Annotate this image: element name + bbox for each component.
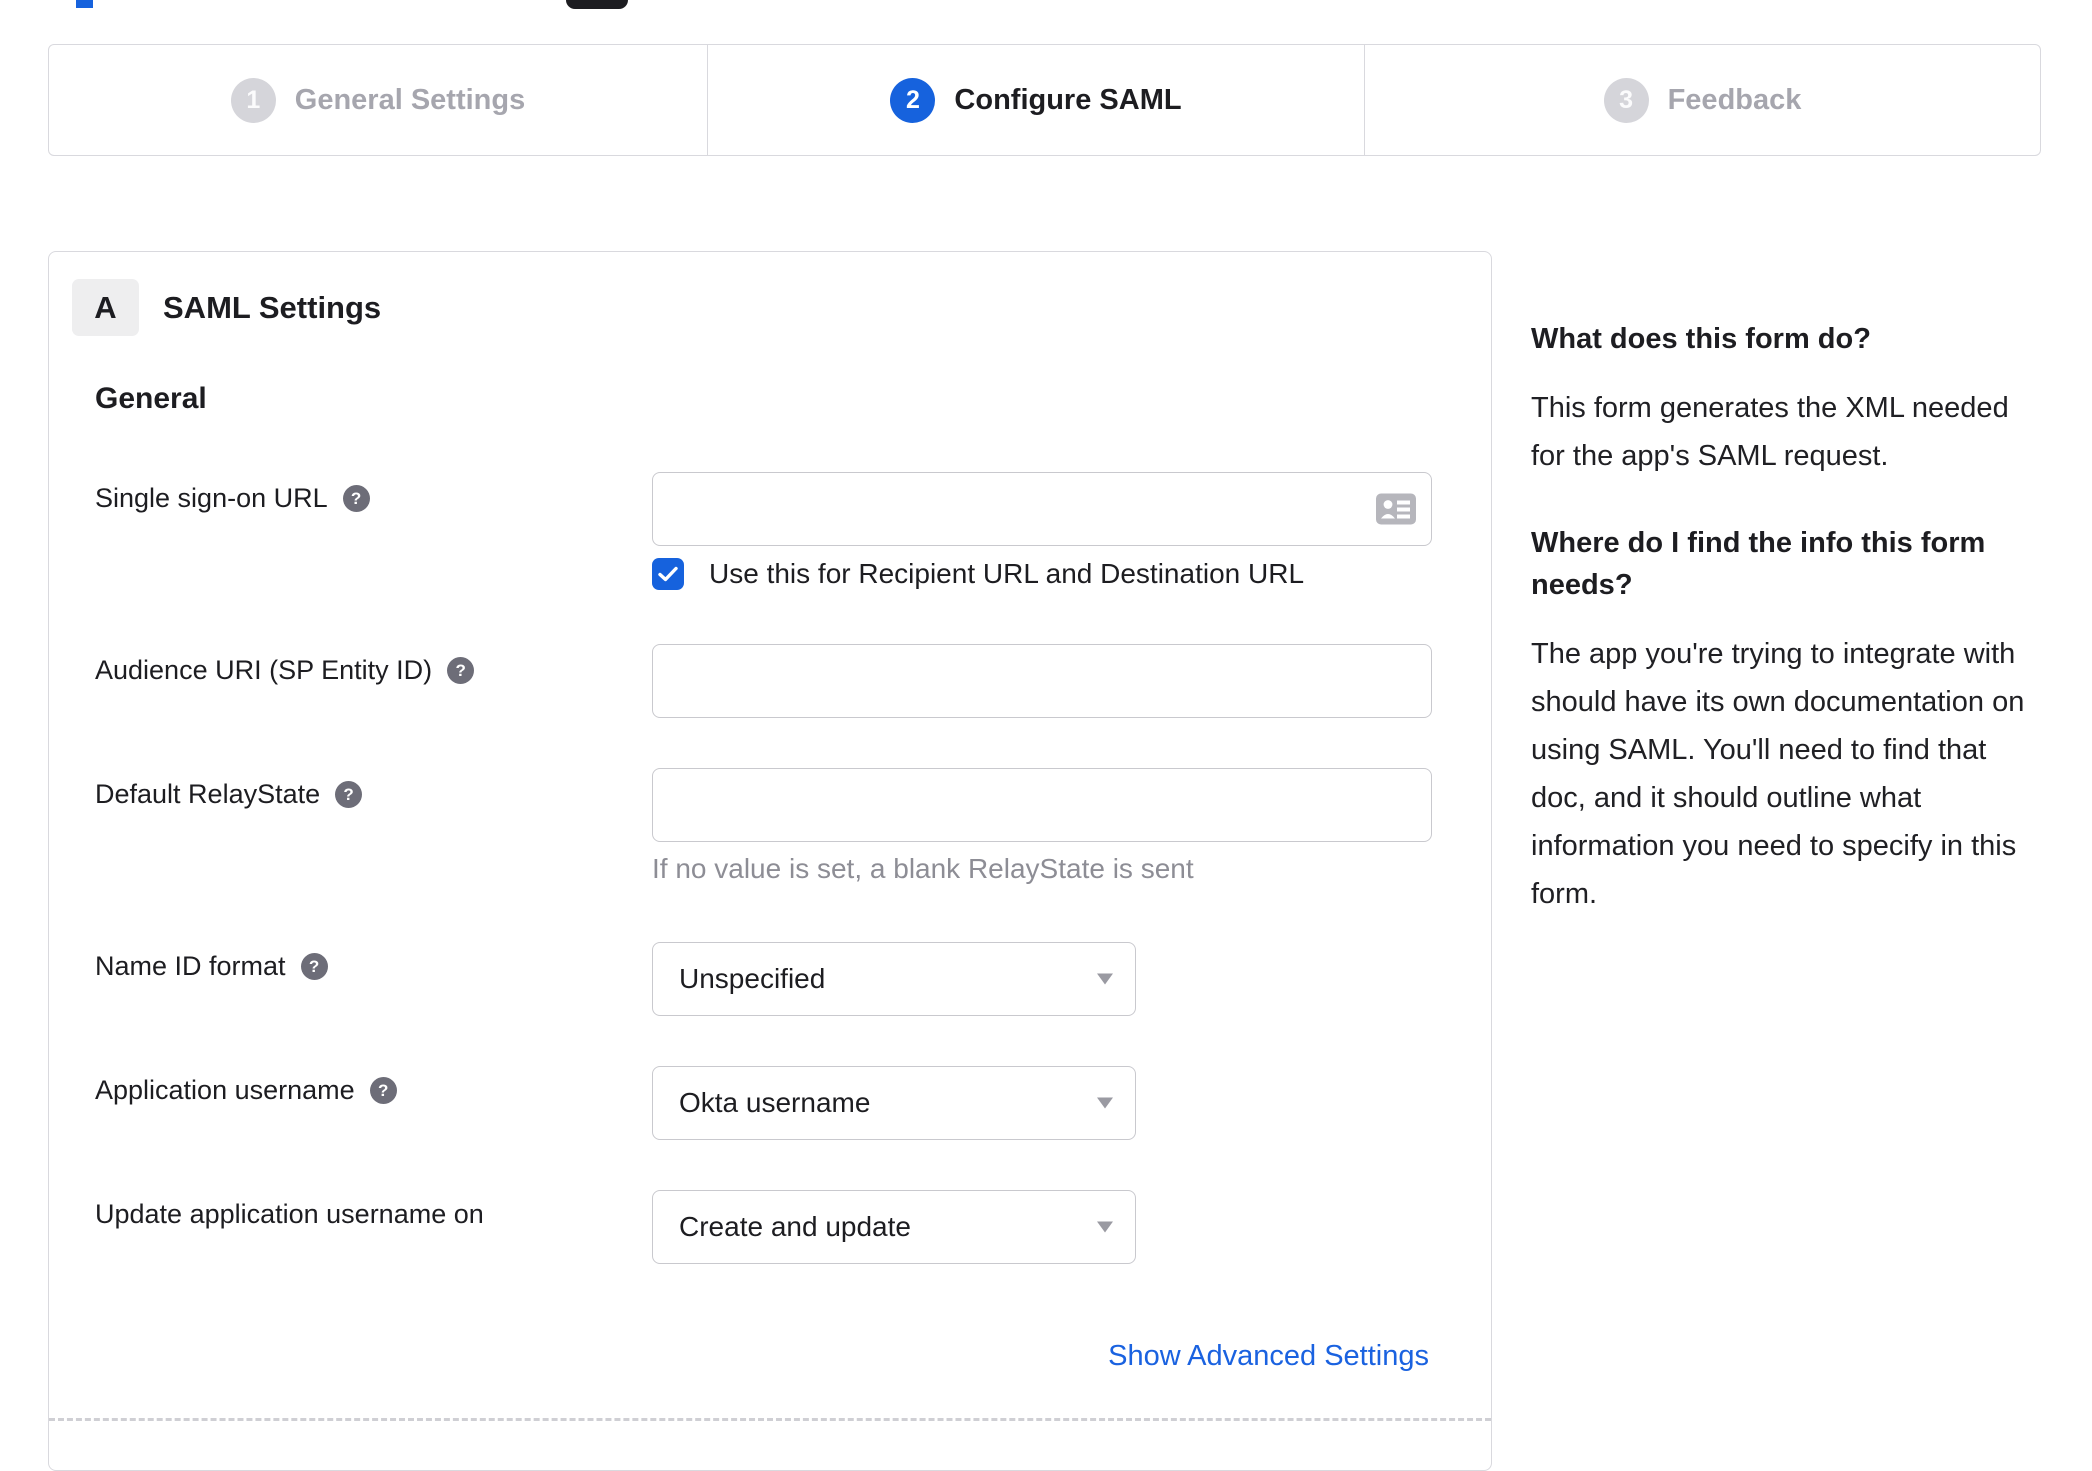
update-username-label-text: Update application username on [95, 1199, 484, 1229]
name-id-format-select[interactable]: Unspecified [652, 942, 1136, 1016]
sso-url-label-text: Single sign-on URL [95, 483, 328, 513]
help-paragraph-where: The app you're trying to integrate with … [1531, 638, 2025, 910]
update-username-label: Update application username on [95, 1199, 484, 1230]
wizard-step-bar: 1 General Settings 2 Configure SAML 3 Fe… [48, 44, 2041, 156]
application-username-select[interactable]: Okta username [652, 1066, 1136, 1140]
sso-url-input[interactable] [652, 472, 1432, 546]
cutoff-blue-tab-artifact [76, 0, 93, 8]
contact-card-icon [1376, 493, 1416, 525]
relaystate-hint: If no value is set, a blank RelayState i… [652, 853, 1194, 884]
application-username-value: Okta username [679, 1087, 871, 1118]
audience-uri-label: Audience URI (SP Entity ID) ? [95, 655, 475, 686]
step-number-badge: 2 [890, 77, 936, 123]
section-dashed-divider [49, 1418, 1491, 1421]
sso-url-input-wrap [652, 472, 1432, 546]
update-username-select[interactable]: Create and update [652, 1190, 1136, 1264]
saml-settings-panel: A SAML Settings General Single sign-on U… [48, 251, 1492, 1471]
recipient-url-checkbox-row: Use this for Recipient URL and Destinati… [652, 558, 1304, 590]
application-username-label: Application username ? [95, 1075, 397, 1106]
help-icon[interactable]: ? [447, 657, 475, 684]
wizard-step-feedback[interactable]: 3 Feedback [1364, 45, 2040, 155]
help-heading-where: Where do I find the info this form needs… [1531, 527, 1986, 601]
chevron-down-icon [1097, 973, 1113, 985]
help-icon[interactable]: ? [342, 485, 370, 512]
update-username-value: Create and update [679, 1211, 911, 1242]
name-id-format-label-text: Name ID format [95, 951, 286, 981]
general-section-heading: General [95, 382, 207, 415]
panel-title: SAML Settings [163, 290, 382, 325]
step-number-badge: 3 [1603, 77, 1649, 123]
help-icon[interactable]: ? [335, 781, 363, 808]
audience-uri-label-text: Audience URI (SP Entity ID) [95, 655, 433, 685]
help-sidebar: What does this form do? This form genera… [1531, 318, 2061, 960]
relaystate-label-text: Default RelayState [95, 779, 321, 809]
wizard-step-general-settings[interactable]: 1 General Settings [49, 45, 707, 155]
name-id-format-label: Name ID format ? [95, 951, 328, 982]
help-icon[interactable]: ? [369, 1077, 397, 1104]
step-label: General Settings [294, 83, 526, 116]
step-number-badge: 1 [230, 77, 276, 123]
step-label: Feedback [1667, 83, 1802, 116]
recipient-url-checkbox-label: Use this for Recipient URL and Destinati… [709, 558, 1305, 589]
audience-uri-input[interactable] [652, 644, 1432, 718]
help-heading-what: What does this form do? [1531, 323, 1871, 355]
help-icon[interactable]: ? [300, 953, 328, 980]
section-badge-a: A [72, 279, 139, 336]
wizard-step-configure-saml[interactable]: 2 Configure SAML [707, 45, 1364, 155]
cutoff-dark-logo-artifact [566, 0, 628, 9]
relaystate-label: Default RelayState ? [95, 779, 363, 810]
chevron-down-icon [1097, 1097, 1113, 1109]
application-username-label-text: Application username [95, 1075, 355, 1105]
show-advanced-settings-link[interactable]: Show Advanced Settings [1108, 1340, 1429, 1373]
step-label: Configure SAML [954, 83, 1182, 116]
recipient-url-checkbox[interactable] [652, 558, 684, 590]
sso-url-label: Single sign-on URL ? [95, 483, 370, 514]
chevron-down-icon [1097, 1221, 1113, 1233]
name-id-format-value: Unspecified [679, 963, 826, 994]
relaystate-input[interactable] [652, 768, 1432, 842]
help-paragraph-what: This form generates the XML needed for t… [1531, 392, 2009, 472]
